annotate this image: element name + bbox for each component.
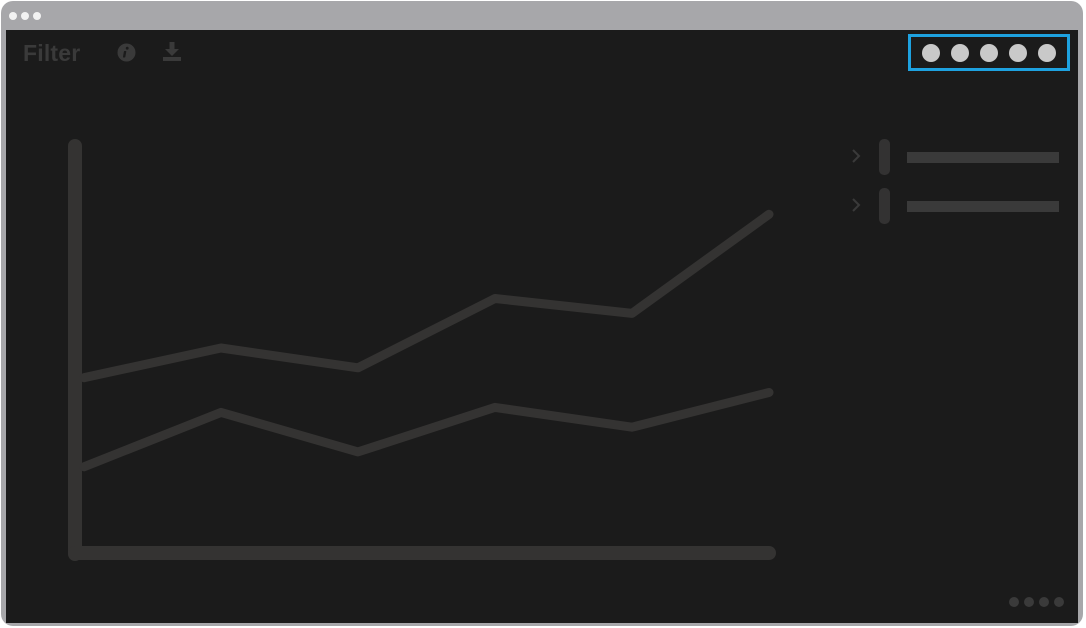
pagination-dots bbox=[908, 34, 1070, 71]
legend-item[interactable] bbox=[846, 187, 1068, 236]
chevron-right-icon[interactable] bbox=[850, 195, 862, 215]
window-controls bbox=[9, 12, 41, 20]
chevron-right-icon[interactable] bbox=[850, 146, 862, 166]
page-dot[interactable] bbox=[979, 43, 998, 62]
app-window: Filter bbox=[1, 1, 1083, 626]
title-bar bbox=[1, 1, 1083, 30]
legend-swatch bbox=[879, 139, 890, 175]
window-dot[interactable] bbox=[9, 12, 17, 20]
page-dot[interactable] bbox=[1037, 43, 1056, 62]
line-chart bbox=[68, 139, 776, 561]
window-dot[interactable] bbox=[21, 12, 29, 20]
legend-label-placeholder bbox=[907, 152, 1059, 163]
more-dot bbox=[1039, 597, 1049, 607]
more-dot bbox=[1054, 597, 1064, 607]
series-line-2 bbox=[79, 388, 774, 472]
dashboard-panel: Filter bbox=[6, 30, 1078, 623]
legend bbox=[846, 138, 1068, 236]
series-line-1 bbox=[79, 209, 774, 383]
legend-label-placeholder bbox=[907, 201, 1059, 212]
more-dot bbox=[1024, 597, 1034, 607]
legend-swatch bbox=[879, 188, 890, 224]
window-dot[interactable] bbox=[33, 12, 41, 20]
legend-item[interactable] bbox=[846, 138, 1068, 187]
more-dot bbox=[1009, 597, 1019, 607]
page-dot[interactable] bbox=[1008, 43, 1027, 62]
page-dot[interactable] bbox=[922, 43, 941, 62]
more-menu[interactable] bbox=[1009, 597, 1064, 607]
page-dot[interactable] bbox=[951, 43, 970, 62]
